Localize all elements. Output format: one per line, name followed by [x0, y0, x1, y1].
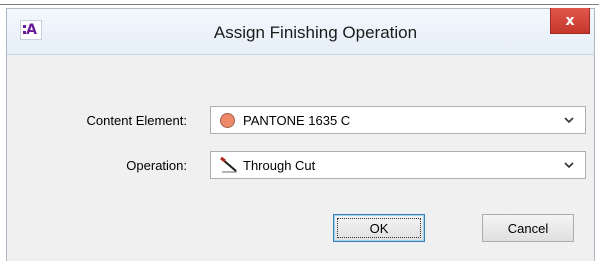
content-element-label: Content Element: [86, 113, 187, 128]
cancel-button-label: Cancel [507, 220, 549, 236]
content-element-value: PANTONE 1635 C [243, 113, 351, 128]
chevron-down-icon [564, 117, 574, 124]
operation-combobox[interactable]: Through Cut [210, 151, 586, 179]
operation-value: Through Cut [243, 158, 316, 173]
cancel-button[interactable]: Cancel [482, 214, 574, 242]
close-icon: x [565, 12, 575, 29]
screen-edge-line [0, 4, 599, 5]
title-bar[interactable]: A Assign Finishing Operation x [7, 8, 594, 55]
assign-finishing-operation-dialog: A Assign Finishing Operation x Content E… [6, 8, 595, 261]
dialog-content: Content Element: PANTONE 1635 C Operatio… [7, 55, 594, 261]
close-button[interactable]: x [550, 8, 590, 34]
color-circle-icon [220, 113, 235, 128]
dialog-title: Assign Finishing Operation [213, 23, 418, 42]
knife-icon [220, 156, 237, 173]
operation-label: Operation: [126, 158, 187, 173]
content-element-combobox[interactable]: PANTONE 1635 C [210, 106, 586, 134]
focus-rectangle [337, 218, 421, 238]
chevron-down-icon [564, 162, 574, 169]
ok-button[interactable]: OK [333, 214, 425, 242]
